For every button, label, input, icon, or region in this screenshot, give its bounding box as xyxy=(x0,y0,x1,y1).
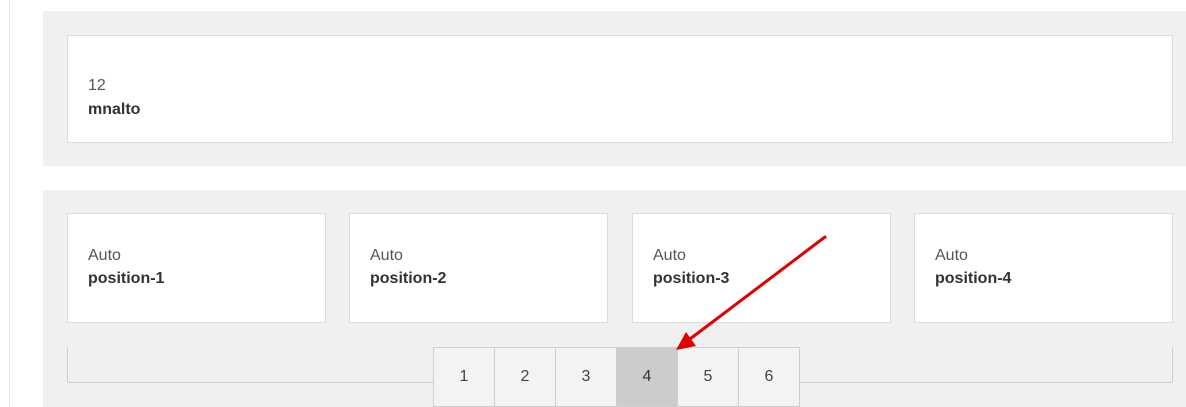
position-card-2[interactable]: Auto position-2 xyxy=(349,213,608,323)
page-1-button[interactable]: 1 xyxy=(433,347,495,407)
summary-card[interactable]: 12 mnalto xyxy=(67,35,1173,143)
position-name: position-2 xyxy=(370,270,447,287)
position-type: Auto xyxy=(88,247,121,264)
position-type: Auto xyxy=(935,247,968,264)
page-5-button[interactable]: 5 xyxy=(677,347,739,407)
pagination: 1 2 3 4 5 6 xyxy=(433,347,800,407)
position-type: Auto xyxy=(370,247,403,264)
left-border-line xyxy=(9,0,10,407)
page-3-button[interactable]: 3 xyxy=(555,347,617,407)
position-name: position-4 xyxy=(935,270,1012,287)
page-4-button[interactable]: 4 xyxy=(616,347,678,407)
position-name: position-3 xyxy=(653,270,730,287)
position-card-3[interactable]: Auto position-3 xyxy=(632,213,891,323)
summary-name: mnalto xyxy=(88,101,141,118)
position-type: Auto xyxy=(653,247,686,264)
position-name: position-1 xyxy=(88,270,165,287)
page-2-button[interactable]: 2 xyxy=(494,347,556,407)
summary-number: 12 xyxy=(88,77,106,94)
position-card-1[interactable]: Auto position-1 xyxy=(67,213,326,323)
page-6-button[interactable]: 6 xyxy=(738,347,800,407)
position-card-4[interactable]: Auto position-4 xyxy=(914,213,1173,323)
